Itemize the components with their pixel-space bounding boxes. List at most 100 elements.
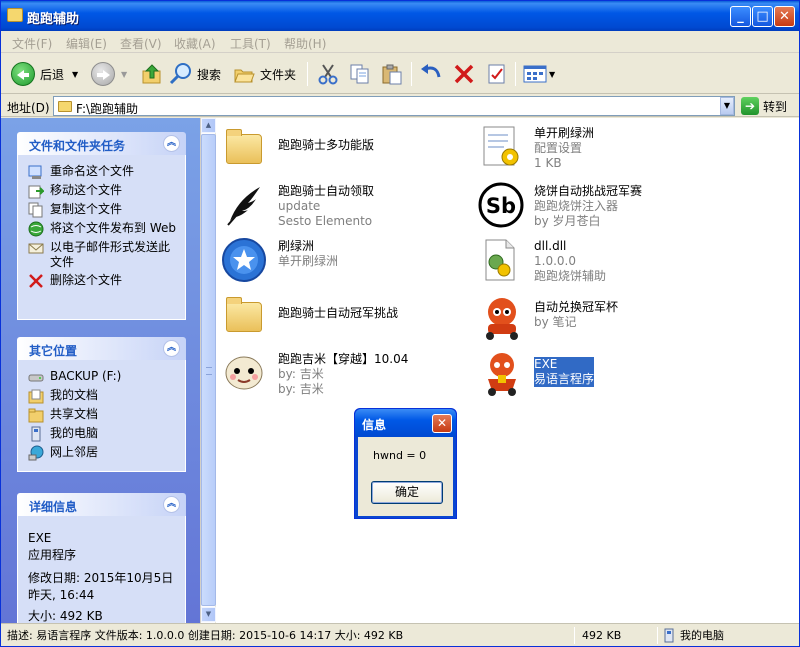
blue-star-icon (222, 236, 270, 284)
scroll-up-arrow-icon[interactable]: ▲ (201, 118, 216, 133)
menu-edit[interactable]: 编辑(E) (66, 35, 107, 52)
chevron-down-icon[interactable]: ▼ (72, 70, 78, 79)
properties-icon (488, 64, 505, 84)
file-item[interactable]: Sb 烧饼自动挑战冠军赛 跑跑烧饼注入器 by 岁月苍白 (478, 181, 642, 229)
close-button[interactable]: ✕ (774, 6, 795, 27)
file-name: EXE (534, 357, 595, 372)
collapse-icon[interactable]: ︽ (163, 496, 180, 513)
address-dropdown-button[interactable]: ▼ (720, 97, 734, 115)
scroll-down-arrow-icon[interactable]: ▼ (201, 607, 216, 622)
place-shared-documents[interactable]: 共享文档 (28, 407, 177, 423)
scissors-icon (318, 64, 338, 85)
computer-icon (28, 426, 44, 442)
copy-icon (350, 64, 369, 84)
task-delete[interactable]: 删除这个文件 (28, 273, 177, 289)
address-input[interactable]: F:\跑跑辅助 ▼ (53, 96, 735, 116)
chevron-down-icon[interactable]: ▼ (121, 70, 127, 79)
drive-icon (28, 369, 44, 385)
copy-button[interactable] (349, 60, 371, 88)
file-item[interactable]: 跑跑吉米【穿越】10.04 by: 吉米 by: 吉米 (222, 349, 408, 397)
title-bar[interactable]: 跑跑辅助 _ □ ✕ (1, 1, 799, 31)
menu-favorites[interactable]: 收藏(A) (174, 35, 216, 52)
file-item[interactable]: 跑跑骑士多功能版 (222, 126, 374, 174)
forward-button[interactable]: ▼ (91, 60, 127, 88)
other-places-header[interactable]: 其它位置 ︽ (17, 337, 186, 360)
search-button[interactable]: 搜索 (169, 60, 221, 88)
file-name: 烧饼自动挑战冠军赛 (534, 184, 643, 198)
task-label: 删除这个文件 (50, 273, 123, 287)
ok-button[interactable]: 确定 (371, 481, 443, 504)
views-button[interactable]: ▼ (523, 60, 555, 88)
file-item[interactable]: 单开刷绿洲 配置设置 1 KB (478, 123, 594, 171)
go-button[interactable]: ➔ 转到 (741, 97, 787, 115)
info-dialog: 信息 ✕ hwnd = 0 确定 (354, 408, 457, 519)
menu-help[interactable]: 帮助(H) (284, 35, 326, 52)
back-label: 后退 (40, 67, 65, 82)
maximize-button[interactable]: □ (752, 6, 773, 27)
paste-button[interactable] (381, 60, 403, 88)
menu-file[interactable]: 文件(F) (12, 35, 52, 52)
menu-bar: 文件(F) 编辑(E) 查看(V) 收藏(A) 工具(T) 帮助(H) (1, 31, 799, 79)
task-copy[interactable]: 复制这个文件 (28, 202, 177, 218)
back-button[interactable]: 后退 ▼ (11, 60, 78, 88)
folder-up-icon (142, 64, 161, 84)
properties-button[interactable] (486, 60, 508, 88)
file-tasks-header[interactable]: 文件和文件夹任务 ︽ (17, 132, 186, 155)
cartoon-face-icon (222, 349, 270, 397)
place-label: BACKUP (F:) (50, 369, 122, 383)
task-publish-web[interactable]: 将这个文件发布到 Web (28, 221, 177, 237)
computer-icon (664, 628, 674, 643)
dialog-message: hwnd = 0 (373, 449, 427, 462)
file-item[interactable]: 刷绿洲 单开刷绿洲 (222, 236, 338, 284)
chevron-down-icon[interactable]: ▼ (549, 70, 555, 79)
task-move[interactable]: 移动这个文件 (28, 183, 177, 199)
folders-icon (234, 69, 255, 83)
menu-view[interactable]: 查看(V) (120, 35, 162, 52)
detail-type: 应用程序 (28, 548, 77, 562)
detail-modified: 修改日期: 2015年10月5日 昨天, 16:44 (28, 571, 174, 602)
task-email[interactable]: 以电子邮件形式发送此文件 (28, 240, 177, 270)
scrollbar-thumb[interactable] (201, 134, 216, 606)
task-pane-scrollbar[interactable]: ▲ ▼ (200, 118, 216, 623)
file-description: by 笔记 (534, 315, 577, 329)
folders-button[interactable]: 文件夹 (233, 60, 296, 88)
place-network[interactable]: 网上邻居 (28, 445, 177, 461)
folders-label: 文件夹 (260, 67, 297, 82)
undo-button[interactable] (419, 60, 443, 88)
task-rename[interactable]: 重命名这个文件 (28, 164, 177, 180)
file-name: 跑跑骑士多功能版 (278, 138, 375, 152)
file-item[interactable]: dll.dll 1.0.0.0 跑跑烧饼辅助 (478, 236, 606, 284)
collapse-icon[interactable]: ︽ (163, 340, 180, 357)
back-arrow-icon (11, 62, 35, 86)
svg-text:Sb: Sb (486, 194, 516, 218)
feather-icon (222, 181, 270, 229)
place-my-documents[interactable]: 我的文档 (28, 388, 177, 404)
kart-rider-icon (478, 349, 526, 397)
file-name: 单开刷绿洲 (534, 126, 595, 140)
file-item[interactable]: 自动兑换冠军杯 by 笔记 (478, 294, 618, 342)
dialog-title-bar[interactable]: 信息 ✕ (355, 409, 456, 437)
file-item[interactable]: 跑跑骑士自动冠军挑战 (222, 294, 398, 342)
collapse-icon[interactable]: ︽ (163, 135, 180, 152)
menu-tools[interactable]: 工具(T) (230, 35, 271, 52)
details-header[interactable]: 详细信息 ︽ (17, 493, 186, 516)
dialog-close-button[interactable]: ✕ (432, 414, 452, 433)
file-name: 刷绿洲 (278, 239, 315, 253)
place-my-computer[interactable]: 我的电脑 (28, 426, 177, 442)
search-icon (169, 63, 191, 85)
place-backup-drive[interactable]: BACKUP (F:) (28, 369, 177, 385)
documents-icon (28, 388, 44, 404)
folder-icon (58, 101, 72, 112)
sb-logo-icon: Sb (478, 181, 526, 229)
panel-title: 详细信息 (29, 500, 78, 514)
file-item[interactable]: 跑跑骑士自动领取 update Sesto Elemento (222, 181, 374, 229)
detail-name: EXE (28, 531, 52, 545)
delete-button[interactable] (453, 60, 475, 88)
cut-button[interactable] (317, 60, 339, 88)
up-folder-button[interactable] (141, 60, 163, 88)
minimize-button[interactable]: _ (730, 6, 751, 27)
file-item-selected[interactable]: EXE 易语言程序 (478, 349, 595, 397)
task-pane: 文件和文件夹任务 ︽ 重命名这个文件 移动这个文件 复制这个文件 将这个文件发布… (1, 118, 201, 623)
folder-icon (222, 294, 270, 342)
views-icon (523, 65, 547, 83)
